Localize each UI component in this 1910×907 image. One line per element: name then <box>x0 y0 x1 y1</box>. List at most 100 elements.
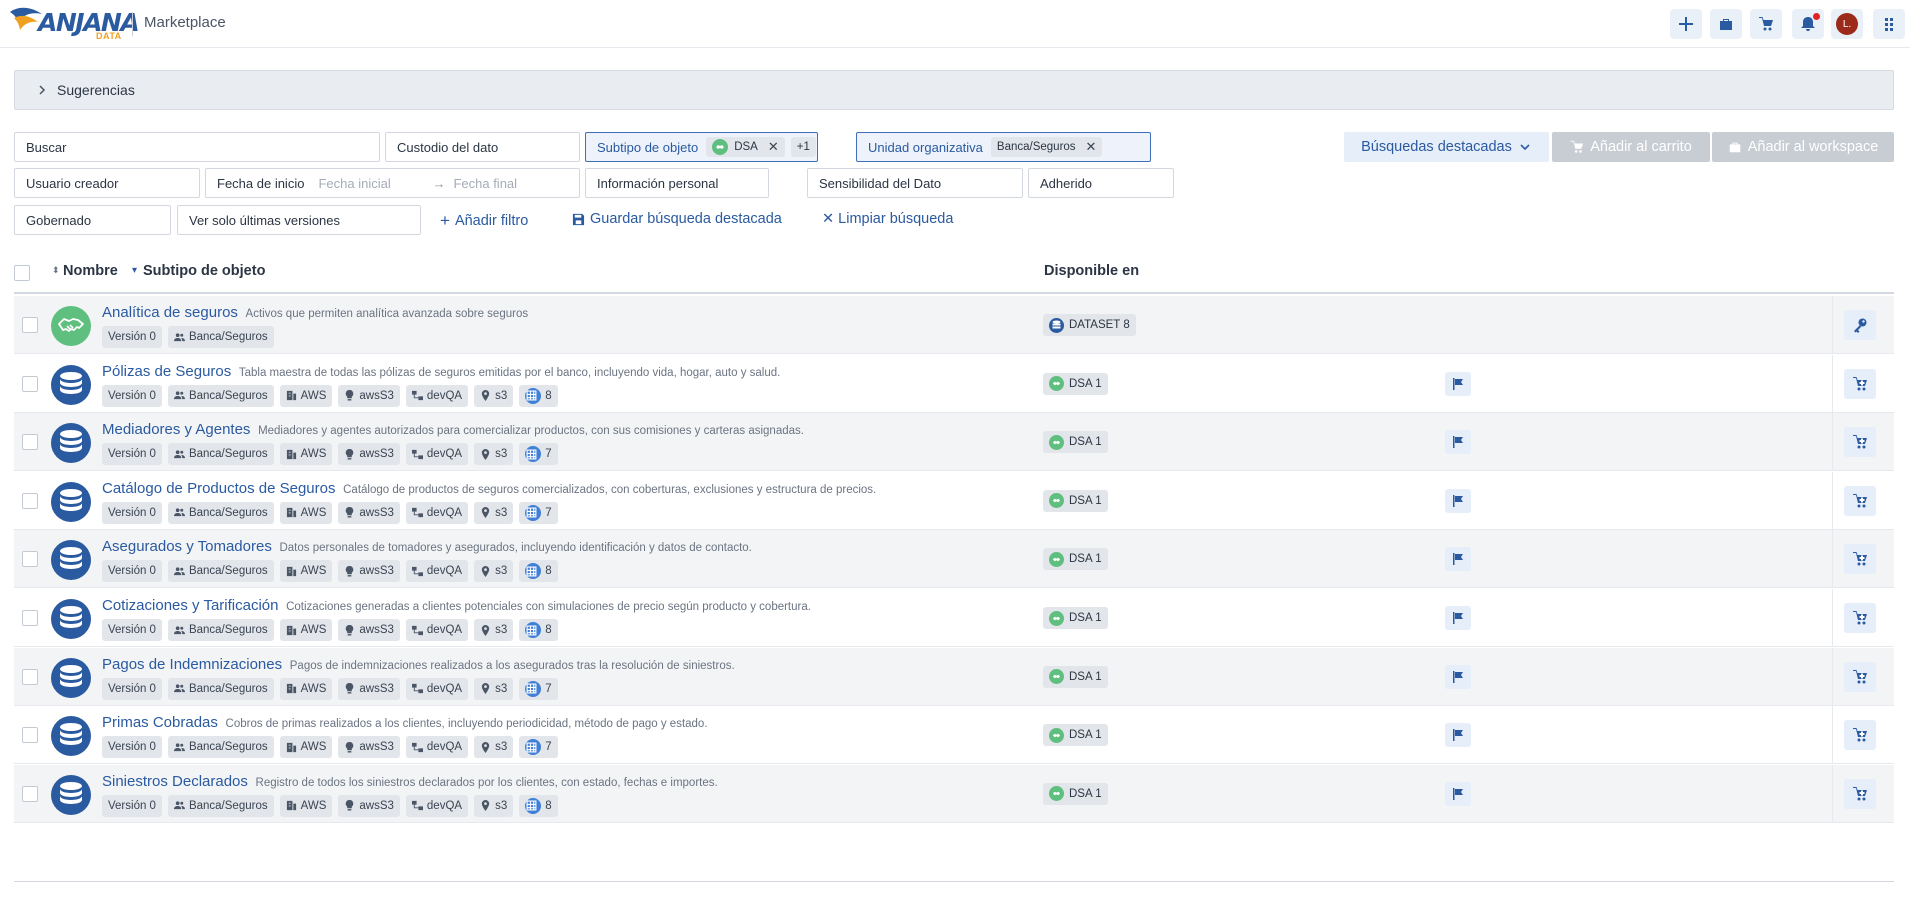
asset-name-link[interactable]: Catálogo de Productos de Seguros <box>102 480 336 497</box>
row-checkbox[interactable] <box>22 785 38 802</box>
table-grid-icon <box>525 446 542 463</box>
personal-info-filter[interactable]: Información personal <box>585 168 769 198</box>
provider-tag: AWS <box>279 560 333 583</box>
search-input[interactable]: Buscar <box>14 132 380 162</box>
add-to-cart-row-button[interactable] <box>1844 485 1876 516</box>
row-checkbox[interactable] <box>22 375 38 392</box>
asset-description: Mediadores y agentes autorizados para co… <box>258 425 804 438</box>
flag-button[interactable] <box>1445 430 1471 455</box>
asset-name-link[interactable]: Mediadores y Agentes <box>102 421 250 438</box>
add-to-cart-row-button[interactable] <box>1844 778 1876 809</box>
governed-filter[interactable]: Gobernado <box>14 205 171 235</box>
start-date-input[interactable]: Fecha inicial <box>318 176 430 191</box>
row-checkbox[interactable] <box>22 317 38 333</box>
lightbulb-icon <box>346 565 354 577</box>
flag-button[interactable] <box>1445 488 1471 513</box>
subtype-filter[interactable]: Subtipo de objeto DSA ✕ +1 <box>585 132 818 162</box>
row-checkbox[interactable] <box>22 434 38 451</box>
row-checkbox[interactable] <box>22 727 38 744</box>
org-unit-filter[interactable]: Unidad organizativa Banca/Seguros ✕ <box>856 132 1151 162</box>
asset-name-link[interactable]: Analítica de seguros <box>102 304 238 321</box>
creator-filter[interactable]: Usuario creador <box>14 168 200 198</box>
available-in-tag[interactable]: DSA 1 <box>1043 724 1108 747</box>
asset-name-link[interactable]: Siniestros Declarados <box>102 773 248 790</box>
adhered-filter[interactable]: Adherido <box>1028 168 1174 198</box>
select-all-checkbox[interactable] <box>14 265 30 281</box>
subtype-chip[interactable]: DSA ✕ <box>706 137 785 157</box>
available-in-tag[interactable]: DSA 1 <box>1043 782 1108 805</box>
workspace-button[interactable] <box>1710 9 1742 39</box>
column-subtype[interactable]: Subtipo de objeto <box>143 263 265 279</box>
asset-name-link[interactable]: Asegurados y Tomadores <box>102 538 272 555</box>
flag-button[interactable] <box>1445 371 1471 396</box>
location-tag: awsS3 <box>338 677 400 700</box>
available-in-tag[interactable]: DSA 1 <box>1043 372 1108 395</box>
avatar[interactable]: L. <box>1836 13 1858 35</box>
available-in-tag[interactable]: DSA 1 <box>1043 431 1108 454</box>
apps-button[interactable] <box>1873 9 1905 39</box>
sort-down-icon[interactable]: ▾ <box>132 265 137 276</box>
featured-searches-button[interactable]: Búsquedas destacadas <box>1344 132 1549 162</box>
custodian-filter[interactable]: Custodio del dato <box>385 132 580 162</box>
table-row[interactable]: Pagos de Indemnizaciones Pagos de indemn… <box>14 647 1894 706</box>
org-unit-chip[interactable]: Banca/Seguros ✕ <box>990 137 1103 157</box>
flag-button[interactable] <box>1445 606 1471 630</box>
asset-name-link[interactable]: Primas Cobradas <box>102 714 218 731</box>
table-row[interactable]: Siniestros Declarados Registro de todos … <box>14 764 1894 823</box>
lightbulb-icon <box>346 507 354 518</box>
building-icon <box>286 684 296 694</box>
available-in-tag[interactable]: DSA 1 <box>1043 489 1108 512</box>
table-row[interactable]: Pólizas de Seguros Tabla maestra de toda… <box>14 354 1894 413</box>
row-checkbox[interactable] <box>22 610 38 626</box>
available-in-tag[interactable]: DSA 1 <box>1043 607 1108 629</box>
table-row[interactable]: Cotizaciones y Tarificación Cotizaciones… <box>14 589 1894 647</box>
asset-name-link[interactable]: Pagos de Indemnizaciones <box>102 656 282 673</box>
start-date-filter[interactable]: Fecha de inicio Fecha inicial → Fecha fi… <box>205 168 580 198</box>
column-name[interactable]: Nombre <box>63 263 118 279</box>
close-icon[interactable]: ✕ <box>768 139 779 155</box>
latest-versions-filter[interactable]: Ver solo últimas versiones <box>177 205 421 235</box>
add-to-cart-row-button[interactable] <box>1844 603 1876 633</box>
row-checkbox[interactable] <box>22 668 38 685</box>
table-row[interactable]: Asegurados y Tomadores Datos personales … <box>14 530 1894 589</box>
available-in-tag[interactable]: DSA 1 <box>1043 548 1108 571</box>
flag-button[interactable] <box>1445 723 1471 748</box>
table-row[interactable]: Primas Cobradas Cobros de primas realiza… <box>14 706 1894 765</box>
add-to-cart-row-button[interactable] <box>1844 427 1876 458</box>
end-date-input[interactable]: Fecha final <box>453 176 517 191</box>
sort-icon[interactable]: ⬍ <box>52 265 60 276</box>
available-in-tag[interactable]: DATASET 8 <box>1043 314 1136 336</box>
add-to-workspace-button[interactable]: Añadir al workspace <box>1712 132 1894 162</box>
add-to-cart-row-button[interactable] <box>1844 368 1876 399</box>
asset-name-link[interactable]: Pólizas de Seguros <box>102 363 231 380</box>
row-checkbox[interactable] <box>22 492 38 509</box>
table-row[interactable]: Analítica de seguros Activos que permite… <box>14 296 1894 354</box>
request-access-button[interactable] <box>1844 310 1876 340</box>
add-to-cart-row-button[interactable] <box>1844 720 1876 751</box>
clear-search-button[interactable]: ✕ Limpiar búsqueda <box>822 211 953 227</box>
flag-button[interactable] <box>1445 547 1471 572</box>
table-row[interactable]: Mediadores y Agentes Mediadores y agente… <box>14 413 1894 472</box>
dataset-avatar <box>51 774 91 815</box>
sensitivity-filter[interactable]: Sensibilidad del Dato <box>807 168 1023 198</box>
flag-button[interactable] <box>1445 781 1471 806</box>
plus-icon: + <box>440 211 450 230</box>
add-to-cart-button[interactable]: Añadir al carrito <box>1552 132 1710 162</box>
cart-button[interactable] <box>1750 9 1782 39</box>
add-filter-button[interactable]: + Añadir filtro <box>440 211 528 231</box>
table-row[interactable]: Catálogo de Productos de Seguros Catálog… <box>14 471 1894 530</box>
flag-button[interactable] <box>1445 664 1471 689</box>
suggestions-panel[interactable]: Sugerencias <box>14 70 1894 110</box>
tag-label: devQA <box>426 682 463 695</box>
save-search-button[interactable]: Guardar búsqueda destacada <box>572 211 782 227</box>
close-icon[interactable]: ✕ <box>1086 139 1097 155</box>
row-checkbox[interactable] <box>22 551 38 568</box>
add-to-cart-row-button[interactable] <box>1844 544 1876 575</box>
anjana-logo[interactable]: ANJANA DATA <box>8 4 140 42</box>
subtype-more-chip[interactable]: +1 <box>790 137 816 157</box>
add-to-cart-row-button[interactable] <box>1844 661 1876 692</box>
tag-label: devQA <box>426 506 463 519</box>
asset-name-link[interactable]: Cotizaciones y Tarificación <box>102 597 278 614</box>
create-button[interactable] <box>1670 9 1702 39</box>
available-in-tag[interactable]: DSA 1 <box>1043 665 1108 688</box>
